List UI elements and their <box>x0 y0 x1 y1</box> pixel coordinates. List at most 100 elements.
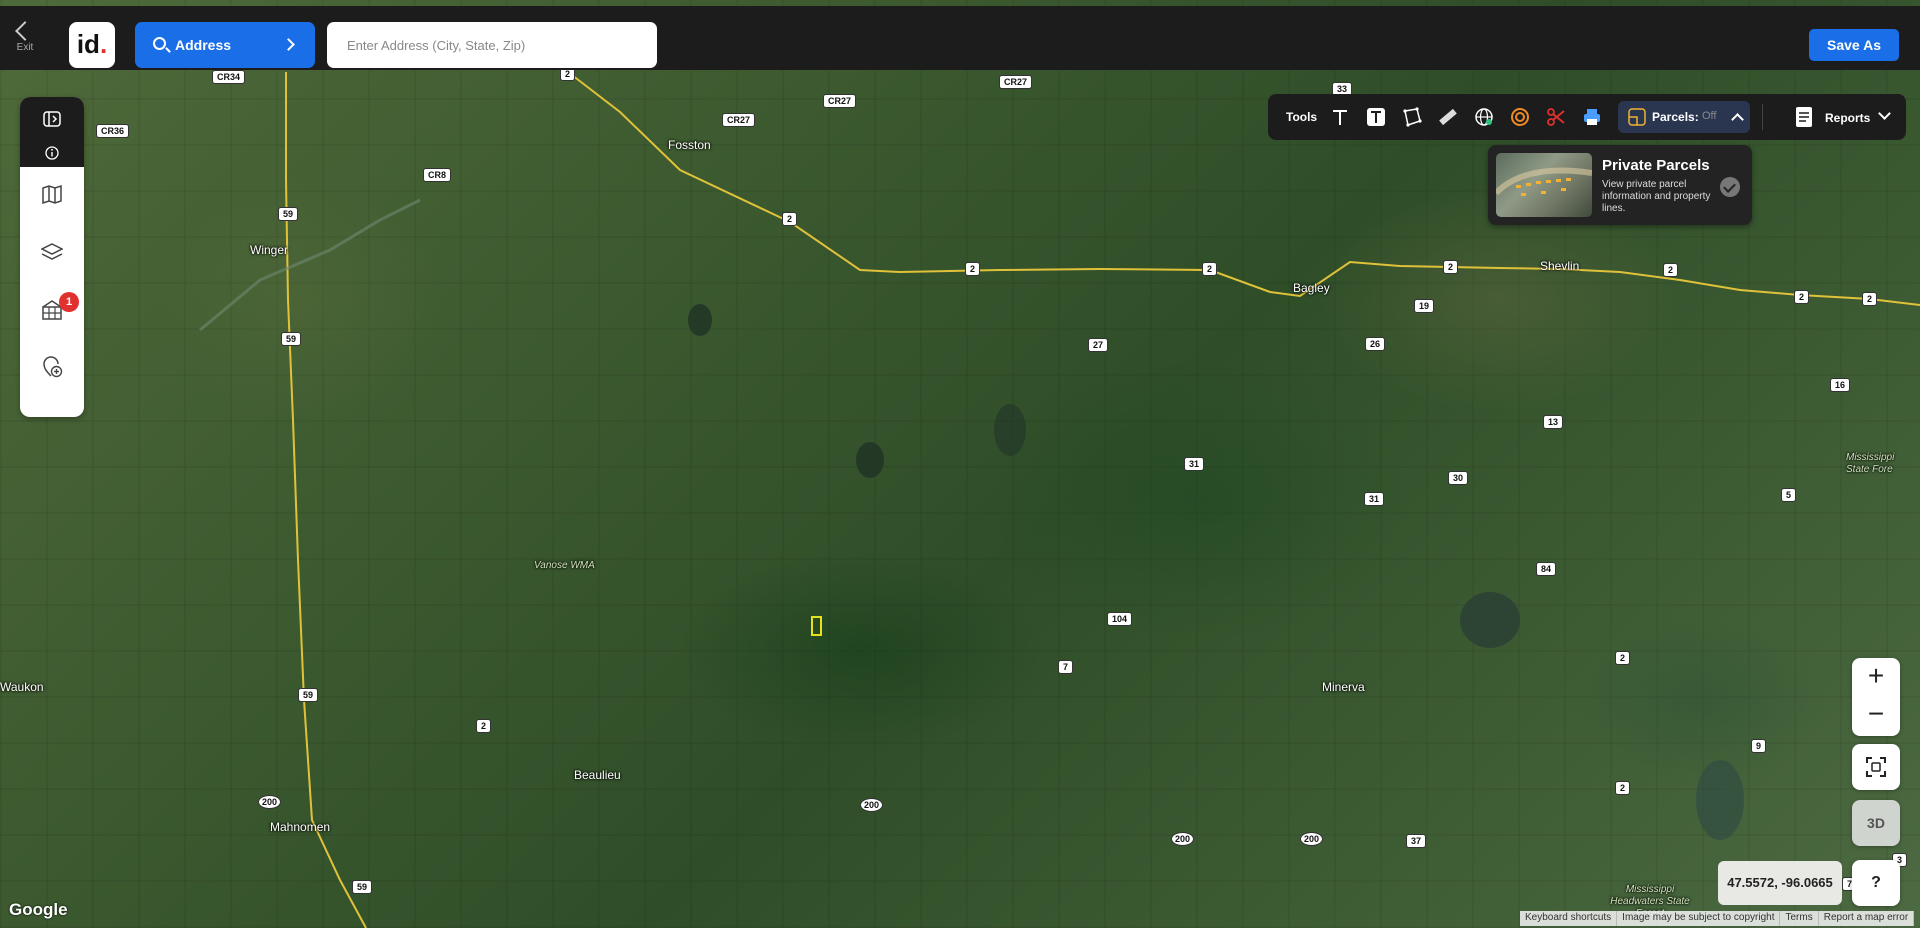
parcels-preview-image <box>1496 167 1592 196</box>
address-search-button[interactable]: Address <box>135 22 315 68</box>
route-shield: 2 <box>782 212 798 226</box>
copyright-notice: Image may be subject to copyright <box>1617 911 1781 926</box>
route-shield: 37 <box>1406 834 1427 848</box>
road-shield: CR27 <box>823 94 857 108</box>
route-shield: 2 <box>965 262 981 276</box>
area-label: Vanose WMA <box>534 560 595 571</box>
notification-badge: 1 <box>59 292 79 312</box>
text-box-icon <box>1367 108 1385 126</box>
address-input[interactable] <box>327 22 657 68</box>
zoom-control: + − <box>1852 658 1900 736</box>
parcels-toggle[interactable]: Parcels: Off <box>1618 101 1750 133</box>
zoom-out-button[interactable]: − <box>1852 696 1900 734</box>
lake <box>688 304 712 336</box>
road-shield: CR36 <box>96 124 130 138</box>
route-shield: 59 <box>352 880 373 894</box>
scissors-icon <box>1547 108 1565 126</box>
route-shield: 2 <box>1615 651 1631 665</box>
3d-toggle-button[interactable]: 3D <box>1852 800 1900 846</box>
info-button[interactable] <box>20 141 84 165</box>
exit-label: Exit <box>16 42 34 53</box>
route-shield: 2 <box>1443 260 1459 274</box>
panel-toggle-icon <box>43 111 61 127</box>
logo[interactable]: id. <box>69 22 115 68</box>
route-shield: 200 <box>1300 832 1324 846</box>
town-label: Bagley <box>1293 281 1330 295</box>
road-shield: CR34 <box>212 70 246 84</box>
split-tool-button[interactable] <box>1544 105 1568 129</box>
text-box-tool-button[interactable] <box>1364 105 1388 129</box>
terms-link[interactable]: Terms <box>1780 911 1819 926</box>
private-parcels-card[interactable]: Private Parcels View private parcel info… <box>1488 145 1752 225</box>
route-shield: 9 <box>1751 739 1767 753</box>
reports-button[interactable]: Reports <box>1780 103 1895 131</box>
route-shield: 200 <box>860 798 884 812</box>
fullscreen-button[interactable] <box>1852 744 1900 790</box>
report-map-error-link[interactable]: Report a map error <box>1819 911 1915 926</box>
exit-button[interactable]: Exit <box>8 20 42 66</box>
help-button[interactable]: ? <box>1852 860 1900 906</box>
panel-toggle-button[interactable] <box>20 97 84 141</box>
highway-59 <box>285 72 367 928</box>
keyboard-shortcuts-link[interactable]: Keyboard shortcuts <box>1520 911 1618 926</box>
tools-label: Tools <box>1286 110 1318 124</box>
top-bar: Exit id. Address Save As <box>0 6 1920 70</box>
tools-bar: Tools Parcels: Off Reports <box>1268 94 1906 140</box>
route-shield: 2 <box>1615 781 1631 795</box>
route-shield: 19 <box>1414 299 1435 313</box>
route-shield: 30 <box>1448 471 1469 485</box>
properties-button[interactable]: 1 <box>20 284 84 334</box>
route-shield: 2 <box>1202 262 1218 276</box>
reports-label: Reports <box>1825 111 1871 125</box>
report-icon <box>1796 107 1812 127</box>
selected-parcel-outline[interactable] <box>811 616 822 636</box>
lake <box>1460 592 1520 648</box>
text-tool-button[interactable] <box>1328 105 1352 129</box>
lake <box>994 404 1026 456</box>
map-icon <box>42 184 62 204</box>
route-shield: 31 <box>1364 492 1385 506</box>
polygon-tool-button[interactable] <box>1400 105 1424 129</box>
route-shield: 104 <box>1107 612 1133 626</box>
logo-dot: . <box>99 29 108 59</box>
route-shield: 26 <box>1365 337 1386 351</box>
route-shield: 59 <box>281 332 302 346</box>
check-icon[interactable] <box>1720 177 1740 197</box>
parcels-state: Off <box>1702 110 1717 122</box>
map-view-button[interactable] <box>20 169 84 219</box>
radius-tool-button[interactable] <box>1508 105 1532 129</box>
measure-tool-button[interactable] <box>1436 105 1460 129</box>
route-shield: 16 <box>1830 378 1851 392</box>
fullscreen-icon <box>1866 757 1886 777</box>
globe-tool-button[interactable] <box>1472 105 1496 129</box>
layers-icon <box>41 243 63 260</box>
parcels-card-title: Private Parcels <box>1602 157 1710 174</box>
route-shield: 31 <box>1184 457 1205 471</box>
zoom-in-button[interactable]: + <box>1852 658 1900 696</box>
google-logo: Google <box>9 900 68 919</box>
coordinates-readout: 47.5572, -96.0665 <box>1718 861 1842 905</box>
area-label: Mississippi State Fore <box>1846 452 1895 475</box>
route-shield: 7 <box>1058 660 1074 674</box>
town-label: Minerva <box>1322 680 1365 694</box>
road-shield: CR27 <box>999 75 1033 89</box>
chevron-right-icon <box>282 38 295 51</box>
info-icon <box>45 146 59 160</box>
add-location-icon <box>43 356 63 378</box>
logo-text: id <box>76 29 100 59</box>
route-shield: 13 <box>1543 415 1564 429</box>
road-shield: CR8 <box>423 168 452 182</box>
lake <box>1696 760 1744 840</box>
print-button[interactable] <box>1580 105 1604 129</box>
radius-icon <box>1511 108 1529 126</box>
parcels-card-description: View private parcel information and prop… <box>1602 179 1711 214</box>
route-shield: 59 <box>298 688 319 702</box>
chevron-down-icon <box>1878 107 1891 120</box>
chevron-up-icon <box>1731 113 1744 126</box>
parcels-icon <box>1628 108 1646 126</box>
app-root: Fosston Winger Bagley Shevlin Minerva Be… <box>0 0 1920 928</box>
save-as-button[interactable]: Save As <box>1809 29 1899 61</box>
layers-button[interactable] <box>20 227 84 277</box>
search-icon <box>153 37 166 50</box>
add-location-button[interactable] <box>20 342 84 392</box>
